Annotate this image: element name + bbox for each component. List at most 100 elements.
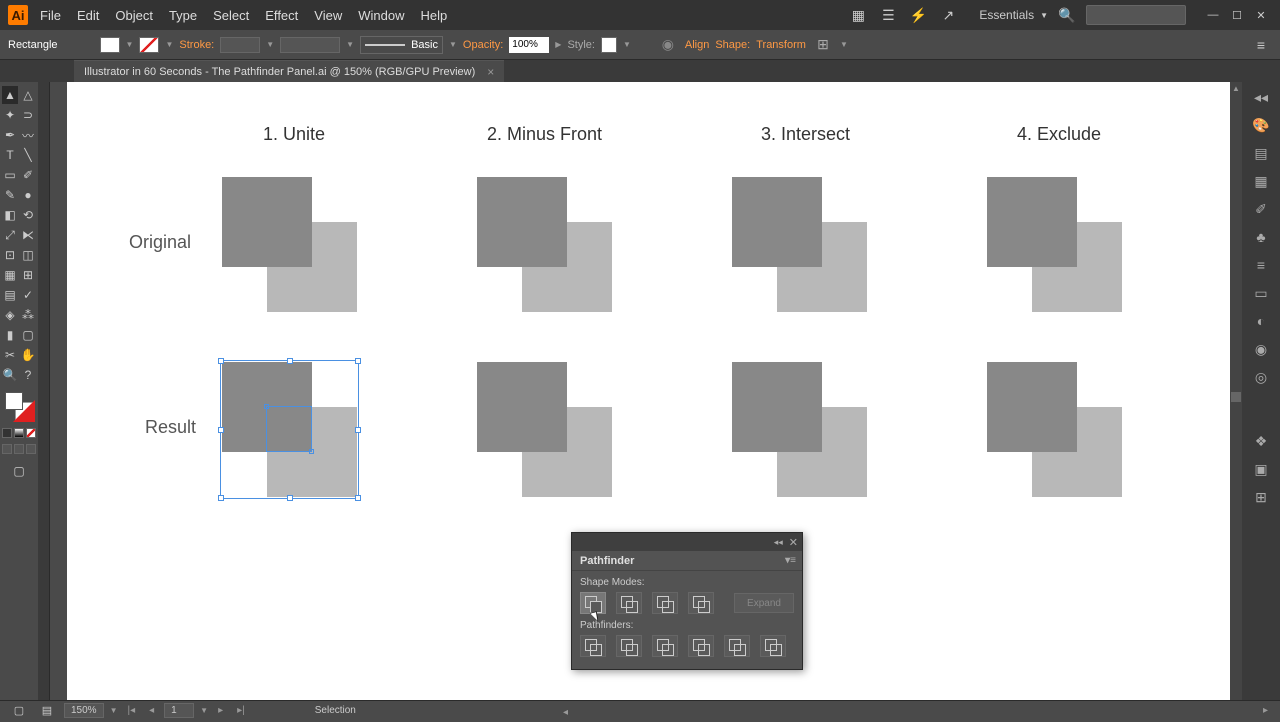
- symbol-sprayer-tool[interactable]: ⁂: [20, 306, 36, 324]
- slice-tool[interactable]: ✂: [2, 346, 18, 364]
- panel-menu-icon[interactable]: ≡: [1250, 34, 1272, 56]
- width-tool[interactable]: ⧔: [20, 226, 36, 244]
- prev-artboard[interactable]: ◂: [145, 705, 158, 716]
- brushes-panel-icon[interactable]: ✐: [1250, 198, 1272, 220]
- menu-edit[interactable]: Edit: [77, 8, 99, 23]
- hscroll-left[interactable]: ◂: [563, 707, 568, 718]
- layers-panel-icon[interactable]: ❖: [1250, 430, 1272, 452]
- align-link[interactable]: Align: [685, 39, 709, 51]
- collapse-icon[interactable]: ◂◂: [1250, 86, 1272, 108]
- line-tool[interactable]: ╲: [20, 146, 36, 164]
- transparency-panel-icon[interactable]: ◐: [1250, 310, 1272, 332]
- bridge-icon[interactable]: ▦: [847, 4, 869, 26]
- close-tab-icon[interactable]: ×: [487, 65, 494, 79]
- crop-button[interactable]: [688, 635, 714, 657]
- full-screen[interactable]: [14, 444, 24, 454]
- fill-swatch[interactable]: [100, 37, 120, 53]
- share-icon[interactable]: ↗: [937, 4, 959, 26]
- stroke-swatch[interactable]: [139, 37, 159, 53]
- gpu-icon[interactable]: ⚡: [907, 4, 929, 26]
- shape-link[interactable]: Shape:: [715, 39, 750, 51]
- eraser-tool[interactable]: ◧: [2, 206, 18, 224]
- divide-button[interactable]: [580, 635, 606, 657]
- minus-front-button[interactable]: [616, 592, 642, 614]
- last-artboard[interactable]: ▸|: [233, 705, 249, 716]
- search-input[interactable]: [1086, 5, 1186, 25]
- swatches-panel-icon[interactable]: ▦: [1250, 170, 1272, 192]
- pathfinder-panel[interactable]: ◂◂ ✕ Pathfinder ▾≡ Shape Modes: Expand P…: [571, 532, 803, 670]
- opacity-value[interactable]: 100%: [509, 37, 549, 53]
- symbols-panel-icon[interactable]: ♣: [1250, 226, 1272, 248]
- curvature-tool[interactable]: 〰: [20, 126, 36, 144]
- close-panel-icon[interactable]: ✕: [789, 536, 798, 549]
- blend-tool[interactable]: ◈: [2, 306, 18, 324]
- artboard-tool[interactable]: ▢: [20, 326, 36, 344]
- menu-window[interactable]: Window: [358, 8, 404, 23]
- gradient-tool[interactable]: ▤: [2, 286, 18, 304]
- stroke-weight[interactable]: [220, 37, 260, 53]
- panel-menu-icon[interactable]: ▾≡: [785, 555, 796, 566]
- workspace-switcher[interactable]: Essentials: [979, 8, 1048, 22]
- arrange-icon[interactable]: ☰: [877, 4, 899, 26]
- lasso-tool[interactable]: ⊃: [20, 106, 36, 124]
- menu-file[interactable]: File: [40, 8, 61, 23]
- close-button[interactable]: ✕: [1250, 6, 1272, 24]
- document-tab[interactable]: Illustrator in 60 Seconds - The Pathfind…: [74, 60, 504, 82]
- transform-link[interactable]: Transform: [756, 39, 806, 51]
- artboard-number[interactable]: 1: [164, 703, 194, 718]
- stroke-profile[interactable]: [280, 37, 340, 53]
- color-panel-icon[interactable]: 🎨: [1250, 114, 1272, 136]
- magic-wand-tool[interactable]: ✦: [2, 106, 18, 124]
- menu-type[interactable]: Type: [169, 8, 197, 23]
- mesh-tool[interactable]: ⊞: [20, 266, 36, 284]
- opacity-label[interactable]: Opacity:: [463, 39, 503, 51]
- trim-button[interactable]: [616, 635, 642, 657]
- direct-selection-tool[interactable]: △: [20, 86, 36, 104]
- menu-effect[interactable]: Effect: [265, 8, 298, 23]
- style-swatch[interactable]: [601, 37, 617, 53]
- stroke-label[interactable]: Stroke:: [179, 39, 214, 51]
- menu-select[interactable]: Select: [213, 8, 249, 23]
- asset-panel-icon[interactable]: ▣: [1250, 458, 1272, 480]
- next-artboard[interactable]: ▸: [214, 705, 227, 716]
- gradient-panel-icon[interactable]: ▭: [1250, 282, 1272, 304]
- draw-mode[interactable]: ▢: [11, 462, 27, 480]
- exclude-button[interactable]: [688, 592, 714, 614]
- pencil-tool[interactable]: ✎: [2, 186, 18, 204]
- panel-titlebar[interactable]: ◂◂ ✕: [572, 533, 802, 551]
- selection-tool[interactable]: ▲: [2, 86, 18, 104]
- minus-back-button[interactable]: [760, 635, 786, 657]
- menu-view[interactable]: View: [314, 8, 342, 23]
- first-artboard[interactable]: |◂: [124, 705, 140, 716]
- isolate-icon[interactable]: ⊞: [812, 34, 834, 56]
- eyedropper-tool[interactable]: ✓: [20, 286, 36, 304]
- collapse-panel-icon[interactable]: ◂◂: [774, 537, 783, 548]
- search-icon[interactable]: 🔍: [1056, 4, 1078, 26]
- stroke-panel-icon[interactable]: ≡: [1250, 254, 1272, 276]
- normal-screen[interactable]: [2, 444, 12, 454]
- recolor-icon[interactable]: ◉: [657, 34, 679, 56]
- rotate-tool[interactable]: ⟲: [20, 206, 36, 224]
- minimize-button[interactable]: —: [1202, 6, 1224, 24]
- presentation[interactable]: [26, 444, 36, 454]
- shape-builder-tool[interactable]: ◫: [20, 246, 36, 264]
- paintbrush-tool[interactable]: ✐: [20, 166, 36, 184]
- unite-button[interactable]: [580, 592, 606, 614]
- appearance-panel-icon[interactable]: ◉: [1250, 338, 1272, 360]
- properties-panel-icon[interactable]: ▤: [1250, 142, 1272, 164]
- vertical-scrollbar[interactable]: [1230, 82, 1242, 700]
- merge-button[interactable]: [652, 635, 678, 657]
- blob-brush-tool[interactable]: ●: [20, 186, 36, 204]
- maximize-button[interactable]: ☐: [1226, 6, 1248, 24]
- column-graph-tool[interactable]: ▮: [2, 326, 18, 344]
- doc-info-icon[interactable]: ▤: [36, 700, 58, 722]
- menu-object[interactable]: Object: [115, 8, 153, 23]
- hand-tool[interactable]: ✋: [20, 346, 36, 364]
- type-tool[interactable]: T: [2, 146, 18, 164]
- artboards-panel-icon[interactable]: ⊞: [1250, 486, 1272, 508]
- none-mode[interactable]: [26, 428, 36, 438]
- outline-button[interactable]: [724, 635, 750, 657]
- expand-button[interactable]: Expand: [734, 593, 794, 613]
- scale-tool[interactable]: ⤢: [2, 226, 18, 244]
- perspective-tool[interactable]: ▦: [2, 266, 18, 284]
